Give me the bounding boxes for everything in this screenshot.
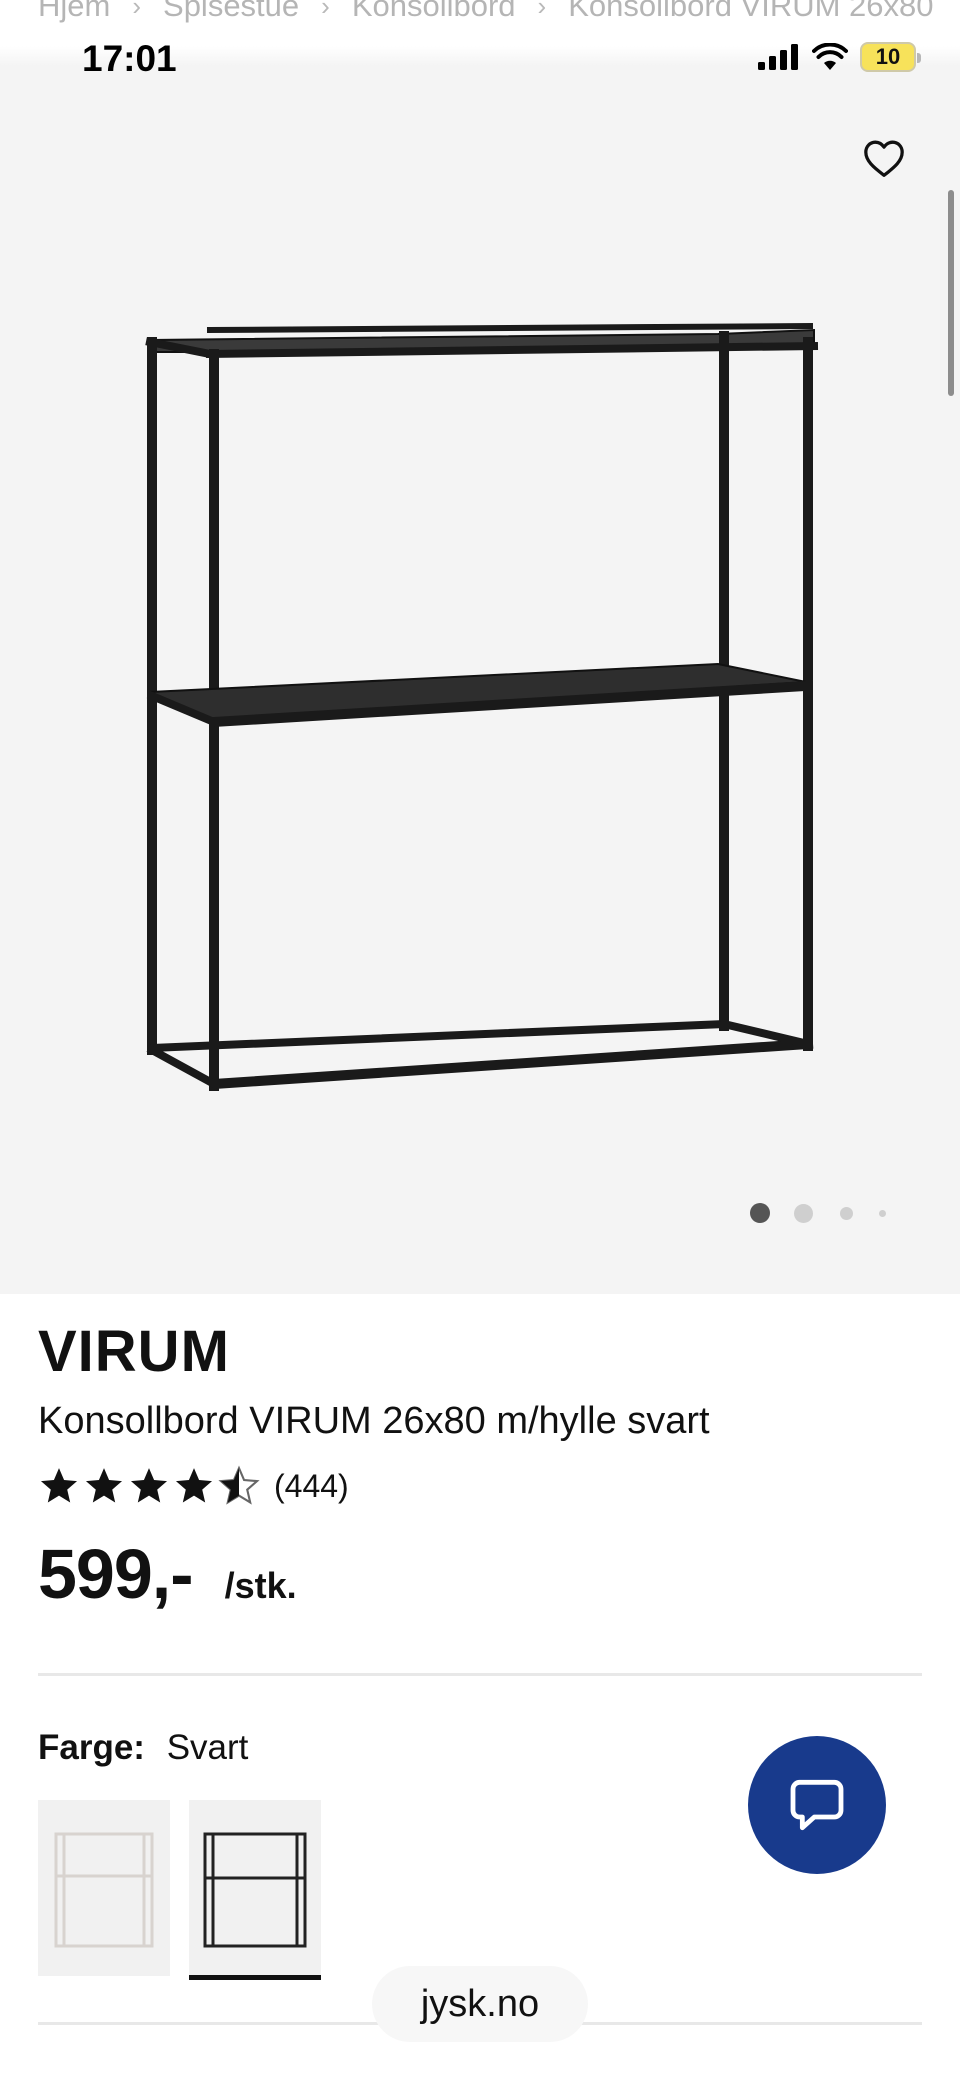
page-scrollbar[interactable] xyxy=(948,190,954,396)
swatch-thumbnail-white xyxy=(54,1832,154,1948)
wifi-icon xyxy=(812,43,848,70)
heart-outline-icon xyxy=(864,140,904,177)
breadcrumb-item-dining[interactable]: Spisestue xyxy=(163,0,299,24)
gallery-pagination xyxy=(750,1201,900,1225)
color-swatch-white[interactable] xyxy=(38,1800,170,1976)
star-icon xyxy=(85,1468,123,1503)
browser-url-bar[interactable]: jysk.no xyxy=(372,1966,588,2042)
swatch-thumbnail-black xyxy=(203,1832,307,1948)
star-half-icon xyxy=(218,1465,260,1505)
breadcrumb-item-home[interactable]: Hjem xyxy=(38,0,110,24)
divider xyxy=(38,1673,922,1676)
product-price: 599,- /stk. xyxy=(38,1534,297,1614)
browser-url: jysk.no xyxy=(420,1982,540,2025)
star-icon xyxy=(130,1468,168,1503)
star-icon xyxy=(40,1468,78,1503)
price-unit: /stk. xyxy=(224,1565,297,1606)
star-icon xyxy=(175,1468,213,1503)
product-gallery[interactable] xyxy=(0,66,960,1294)
status-time: 17:01 xyxy=(82,38,177,79)
gallery-dot[interactable] xyxy=(794,1204,813,1223)
gallery-dot[interactable] xyxy=(840,1207,853,1220)
breadcrumb-separator: › xyxy=(132,0,142,21)
favorite-button[interactable] xyxy=(860,134,908,182)
cellular-signal-icon xyxy=(758,44,798,70)
chat-button[interactable] xyxy=(748,1736,886,1874)
color-swatch-black[interactable] xyxy=(189,1800,321,1980)
gallery-dot[interactable] xyxy=(879,1210,886,1217)
product-image xyxy=(145,322,819,1091)
product-name: Konsollbord VIRUM 26x80 m/hylle svart xyxy=(38,1400,710,1442)
battery-icon: 10 xyxy=(860,42,921,72)
breadcrumb-item-current: Konsollbord VIRUM 26x80 xyxy=(568,0,934,23)
product-rating[interactable]: (444) xyxy=(38,1462,349,1510)
rating-stars xyxy=(38,1465,260,1507)
color-value: Svart xyxy=(166,1728,249,1767)
product-brand: VIRUM xyxy=(38,1319,230,1384)
gallery-dot-active[interactable] xyxy=(750,1203,770,1223)
status-icons: 10 xyxy=(758,42,921,72)
color-selector-label: Farge: Svart xyxy=(38,1728,248,1768)
battery-level: 10 xyxy=(875,44,901,69)
chat-bubble-icon xyxy=(790,1779,844,1831)
rating-count[interactable]: (444) xyxy=(274,1468,349,1505)
price-value: 599,- xyxy=(38,1535,194,1613)
breadcrumb: Hjem › Spisestue › Konsollbord › Konsoll… xyxy=(38,0,960,26)
color-label: Farge: xyxy=(38,1728,145,1767)
breadcrumb-item-console-tables[interactable]: Konsollbord xyxy=(352,0,516,24)
breadcrumb-separator: › xyxy=(537,0,547,21)
breadcrumb-separator: › xyxy=(321,0,330,21)
